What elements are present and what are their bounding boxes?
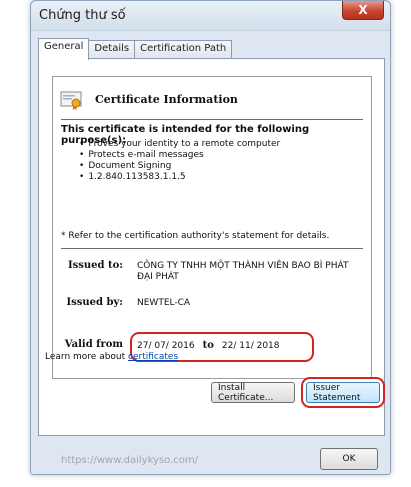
tab-bar: General Details Certification Path: [38, 38, 233, 60]
purpose-item: Protects e-mail messages: [79, 150, 280, 161]
tab-certification-path[interactable]: Certification Path: [134, 40, 233, 59]
divider: [61, 248, 363, 249]
learn-more-text: Learn more about certificates: [45, 352, 178, 362]
general-tab-panel: Certificate Information This certificate…: [38, 58, 385, 436]
certificate-icon: [60, 91, 82, 111]
ok-button[interactable]: OK: [320, 448, 378, 470]
tab-general[interactable]: General: [38, 38, 90, 60]
certificate-info-box: Certificate Information This certificate…: [52, 76, 372, 379]
learn-more-prefix: Learn more about: [45, 352, 129, 362]
issuer-statement-highlight-outline: [301, 377, 385, 408]
issued-to-value-line1: CÔNG TY TNHH MỘT THÀNH VIÊN BAO BÌ PHÁT: [137, 261, 349, 271]
close-button[interactable]: X: [342, 1, 384, 20]
purpose-item: Document Signing: [79, 161, 280, 172]
issued-to-value-line2: ĐẠI PHÁT: [137, 272, 179, 282]
certificates-link[interactable]: certificates: [128, 352, 178, 362]
install-certificate-button[interactable]: Install Certificate...: [211, 382, 295, 403]
certificate-dialog: Chứng thư số X General Details Certifica…: [30, 0, 391, 475]
tab-details[interactable]: Details: [88, 40, 136, 59]
issued-by-label: Issued by:: [66, 297, 123, 308]
refer-note: * Refer to the certification authority's…: [61, 231, 330, 241]
issued-to-label: Issued to:: [67, 260, 123, 271]
certificate-info-title: Certificate Information: [95, 93, 238, 106]
divider: [61, 119, 363, 120]
issued-by-value: NEWTEL-CA: [137, 298, 191, 308]
purpose-item: 1.2.840.113583.1.1.5: [79, 172, 280, 183]
watermark-url: https://www.dailykyso.com/: [61, 455, 199, 466]
title-bar[interactable]: Chứng thư số X: [31, 1, 390, 31]
purpose-item: Proves your identity to a remote compute…: [79, 139, 280, 150]
valid-from-label: Valid from: [64, 339, 123, 350]
purpose-list: Proves your identity to a remote compute…: [79, 139, 280, 183]
window-title: Chứng thư số: [39, 8, 126, 23]
